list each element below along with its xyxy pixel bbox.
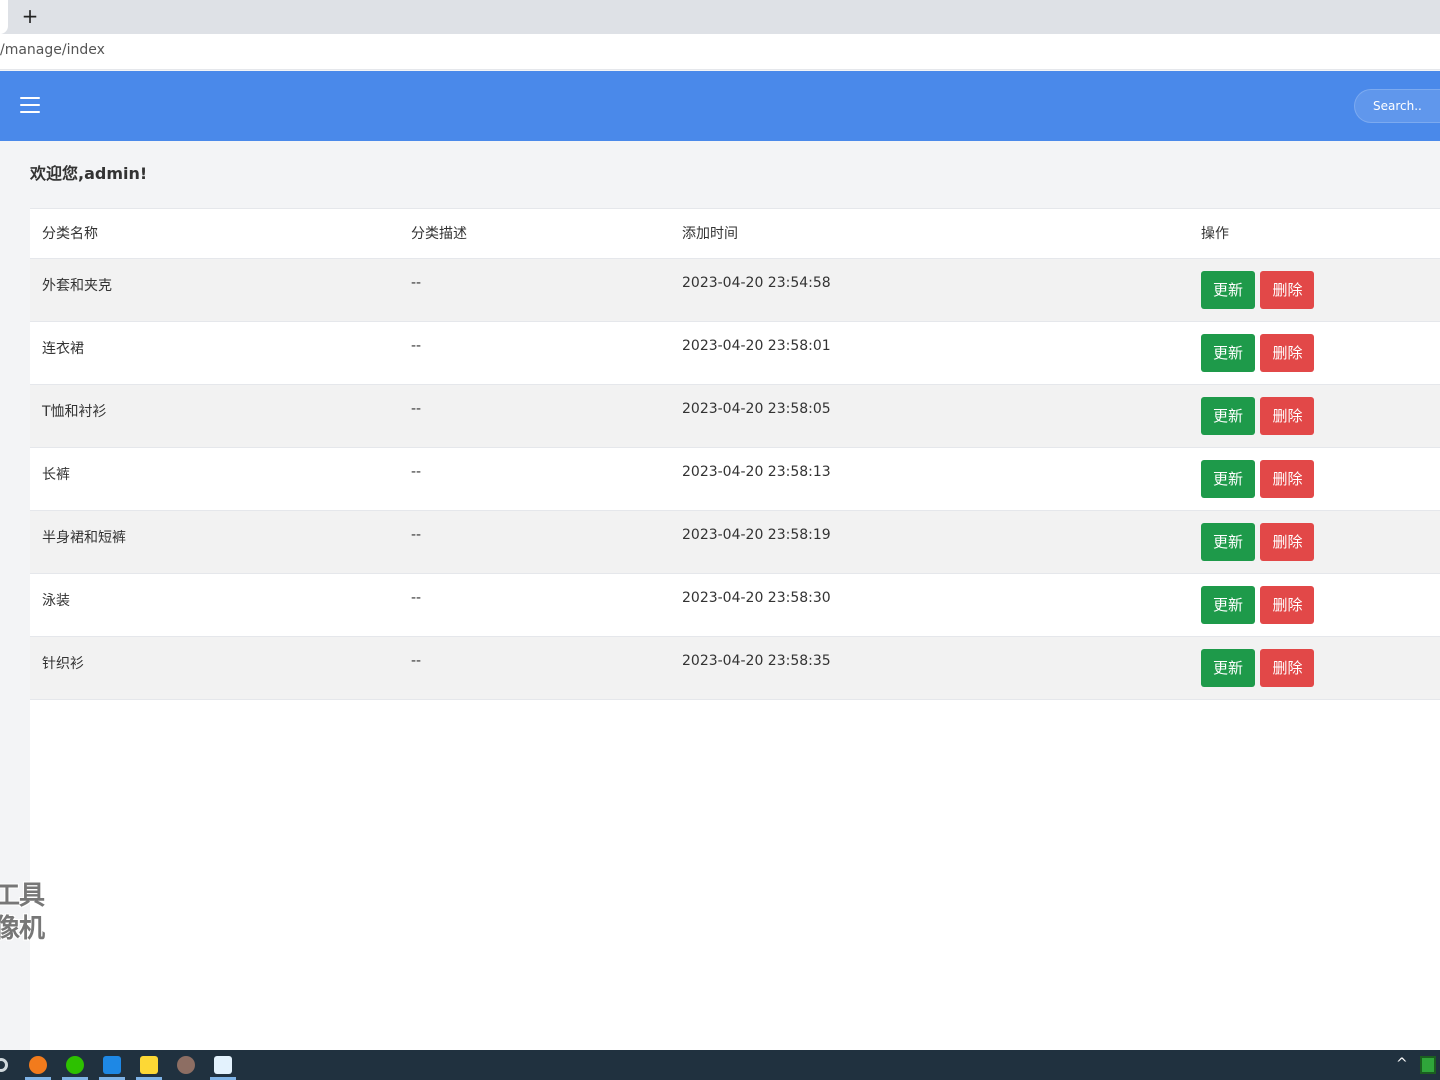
settings-icon[interactable]	[0, 1058, 8, 1072]
cell-category-desc: --	[411, 589, 422, 606]
cell-actions: 更新 删除	[1189, 321, 1440, 384]
table-row: 长裤 -- 2023-04-20 23:58:13 更新 删除	[30, 447, 1440, 510]
new-tab-button[interactable]: +	[18, 4, 42, 28]
cell-category-desc: --	[411, 274, 422, 291]
update-button[interactable]: 更新	[1201, 270, 1256, 309]
os-taskbar: ^	[0, 1050, 1440, 1080]
watermark-line-2: 像机	[0, 914, 45, 944]
update-button[interactable]: 更新	[1201, 585, 1256, 624]
delete-button[interactable]: 删除	[1260, 585, 1315, 624]
cell-category-name: 连衣裙	[42, 340, 84, 357]
cell-category-desc: --	[411, 463, 422, 480]
delete-button[interactable]: 删除	[1260, 648, 1315, 687]
tray-expand-icon[interactable]: ^	[1396, 1056, 1408, 1072]
cell-actions: 更新 删除	[1189, 636, 1440, 699]
cell-category-desc: --	[411, 337, 422, 354]
cell-category-desc: --	[411, 526, 422, 543]
header-category-desc: 分类描述	[399, 209, 670, 259]
table-row: 半身裙和短裤 -- 2023-04-20 23:58:19 更新 删除	[30, 510, 1440, 573]
header-category-name: 分类名称	[30, 209, 399, 259]
address-url[interactable]: /manage/index	[0, 42, 105, 58]
address-bar[interactable]: /manage/index	[0, 34, 1440, 70]
active-tab-edge[interactable]	[0, 0, 8, 34]
table-row: T恤和衬衫 -- 2023-04-20 23:58:05 更新 删除	[30, 384, 1440, 447]
delete-button[interactable]: 删除	[1260, 333, 1315, 372]
cell-category-name: 泳装	[42, 592, 70, 609]
cell-added-time: 2023-04-20 23:58:01	[682, 337, 831, 354]
cell-category-desc: --	[411, 400, 422, 417]
update-button[interactable]: 更新	[1201, 522, 1256, 561]
cell-added-time: 2023-04-20 23:54:58	[682, 274, 831, 291]
hamburger-menu-icon[interactable]	[20, 97, 40, 113]
cell-category-desc: --	[411, 652, 422, 669]
table-header-row: 分类名称 分类描述 添加时间 操作	[30, 209, 1440, 259]
table-row: 针织衫 -- 2023-04-20 23:58:35 更新 删除	[30, 636, 1440, 699]
cell-actions: 更新 删除	[1189, 384, 1440, 447]
category-table-card: 分类名称 分类描述 添加时间 操作 外套和夹克 -- 2023-04-20 23…	[30, 208, 1440, 1050]
delete-button[interactable]: 删除	[1260, 270, 1315, 309]
header-added-time: 添加时间	[670, 209, 1189, 259]
cell-added-time: 2023-04-20 23:58:30	[682, 589, 831, 606]
recorder-watermark: 工具 像机	[0, 880, 45, 946]
cell-added-time: 2023-04-20 23:58:05	[682, 400, 831, 417]
browser-icon[interactable]	[29, 1056, 47, 1074]
wechat-icon[interactable]	[66, 1056, 84, 1074]
app-icon[interactable]	[103, 1056, 121, 1074]
cell-category-name: 针织衫	[42, 655, 84, 672]
top-navbar	[0, 71, 1440, 141]
tray-app-icon[interactable]	[1420, 1056, 1436, 1074]
table-row: 外套和夹克 -- 2023-04-20 23:54:58 更新 删除	[30, 258, 1440, 321]
browser-tab-strip: +	[0, 0, 1440, 34]
cell-actions: 更新 删除	[1189, 573, 1440, 636]
notes-icon[interactable]	[140, 1056, 158, 1074]
table-row: 泳装 -- 2023-04-20 23:58:30 更新 删除	[30, 573, 1440, 636]
cell-actions: 更新 删除	[1189, 447, 1440, 510]
delete-button[interactable]: 删除	[1260, 522, 1315, 561]
baidu-netdisk-icon[interactable]	[214, 1056, 232, 1074]
category-table: 分类名称 分类描述 添加时间 操作 外套和夹克 -- 2023-04-20 23…	[30, 209, 1440, 700]
cell-category-name: 半身裙和短裤	[42, 529, 126, 546]
header-actions: 操作	[1189, 209, 1440, 259]
avatar-icon[interactable]	[177, 1056, 195, 1074]
delete-button[interactable]: 删除	[1260, 396, 1315, 435]
cell-added-time: 2023-04-20 23:58:13	[682, 463, 831, 480]
cell-actions: 更新 删除	[1189, 258, 1440, 321]
cell-category-name: 长裤	[42, 466, 70, 483]
update-button[interactable]: 更新	[1201, 396, 1256, 435]
welcome-message: 欢迎您,admin!	[30, 164, 148, 183]
update-button[interactable]: 更新	[1201, 648, 1256, 687]
watermark-line-1: 工具	[0, 881, 45, 911]
cell-category-name: T恤和衬衫	[42, 403, 107, 420]
cell-added-time: 2023-04-20 23:58:19	[682, 526, 831, 543]
search-input[interactable]	[1354, 89, 1440, 123]
cell-added-time: 2023-04-20 23:58:35	[682, 652, 831, 669]
table-row: 连衣裙 -- 2023-04-20 23:58:01 更新 删除	[30, 321, 1440, 384]
delete-button[interactable]: 删除	[1260, 459, 1315, 498]
update-button[interactable]: 更新	[1201, 459, 1256, 498]
cell-actions: 更新 删除	[1189, 510, 1440, 573]
cell-category-name: 外套和夹克	[42, 277, 112, 294]
update-button[interactable]: 更新	[1201, 333, 1256, 372]
